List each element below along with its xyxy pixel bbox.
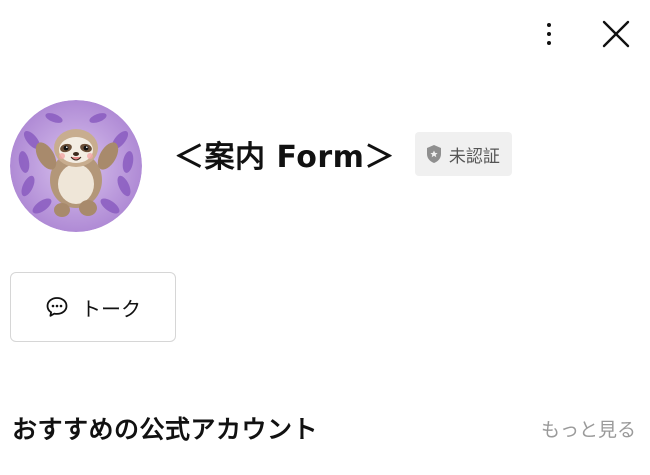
kebab-dot — [547, 23, 551, 27]
see-more-link[interactable]: もっと見る — [541, 415, 636, 442]
close-glyph — [602, 20, 630, 48]
verification-badge[interactable]: 未認証 — [414, 132, 512, 176]
close-icon[interactable] — [596, 14, 636, 54]
kebab-dot — [547, 32, 551, 36]
talk-button[interactable]: トーク — [10, 272, 176, 342]
chat-bubble-icon — [46, 297, 68, 317]
more-vertical-icon[interactable] — [534, 14, 564, 54]
account-name: ＜案内 Form＞ — [174, 140, 395, 175]
recommended-section-header: おすすめの公式アカウント もっと見る — [12, 410, 636, 446]
profile-header: ＜案内 Form＞ 未認証 — [10, 100, 512, 232]
recommended-title: おすすめの公式アカウント — [12, 415, 319, 444]
shield-icon — [426, 145, 441, 163]
sloth-avatar-image — [10, 100, 142, 232]
badge-label: 未認証 — [448, 146, 500, 167]
account-profile-page: ＜案内 Form＞ 未認証 トーク おすすめの公式アカウント もっと見る — [0, 0, 650, 475]
name-row: ＜案内 Form＞ 未認証 — [174, 132, 512, 176]
top-actions — [534, 14, 636, 54]
kebab-dot — [547, 41, 551, 45]
avatar[interactable] — [10, 100, 142, 232]
talk-button-label: トーク — [81, 296, 141, 321]
